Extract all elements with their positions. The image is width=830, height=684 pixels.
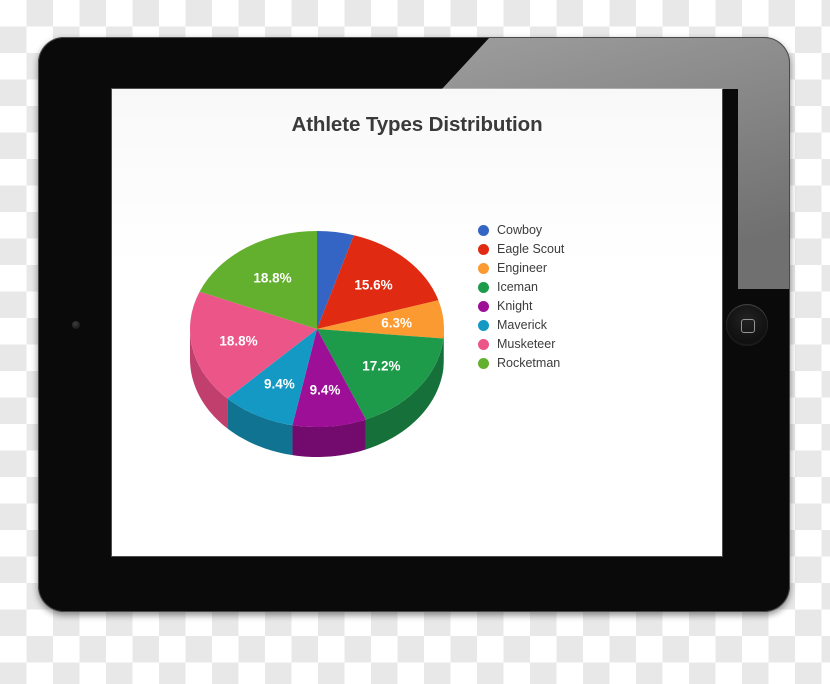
legend-item-label: Iceman (497, 280, 538, 295)
front-camera-icon (72, 320, 80, 329)
legend-item-label: Maverick (497, 318, 548, 333)
pie-chart: 15.6% 6.3% 17.2% 9.4% 9.4% 18.8% 18.8% (178, 217, 456, 469)
legend-item-label: Engineer (497, 261, 548, 276)
legend-item[interactable]: Maverick (478, 316, 658, 335)
legend-color-swatch (478, 320, 489, 331)
legend-color-swatch (478, 263, 489, 274)
legend-item[interactable]: Rocketman (478, 354, 658, 373)
chart-title: Athlete Types Distribution (291, 113, 543, 136)
tablet-screen: Athlete Types Distribution 15.6% 6.3% 17.2… (112, 89, 722, 556)
legend-color-swatch (478, 282, 489, 293)
home-button[interactable] (726, 303, 768, 346)
legend-item-label: Rocketman (497, 356, 561, 371)
legend-color-swatch (478, 339, 489, 350)
legend-item-label: Eagle Scout (497, 242, 565, 257)
legend-item-label: Knight (497, 299, 533, 314)
legend-item-label: Musketeer (497, 337, 556, 352)
legend-color-swatch (478, 358, 489, 369)
legend-item[interactable]: Musketeer (478, 335, 658, 354)
legend-item[interactable]: Knight (478, 297, 658, 316)
legend-item-label: Cowboy (497, 223, 543, 238)
legend-item[interactable]: Iceman (478, 278, 658, 297)
chart-legend: Cowboy Eagle Scout Engineer Iceman Knight Mav… (478, 221, 658, 373)
legend-item[interactable]: Eagle Scout (478, 240, 658, 259)
legend-color-swatch (478, 225, 489, 236)
legend-color-swatch (478, 301, 489, 312)
legend-item[interactable]: Cowboy (478, 221, 658, 240)
legend-color-swatch (478, 244, 489, 255)
pie-chart-svg (190, 231, 444, 457)
tablet-device: Athlete Types Distribution 15.6% 6.3% 17.2… (38, 37, 790, 612)
legend-item[interactable]: Engineer (478, 259, 658, 278)
